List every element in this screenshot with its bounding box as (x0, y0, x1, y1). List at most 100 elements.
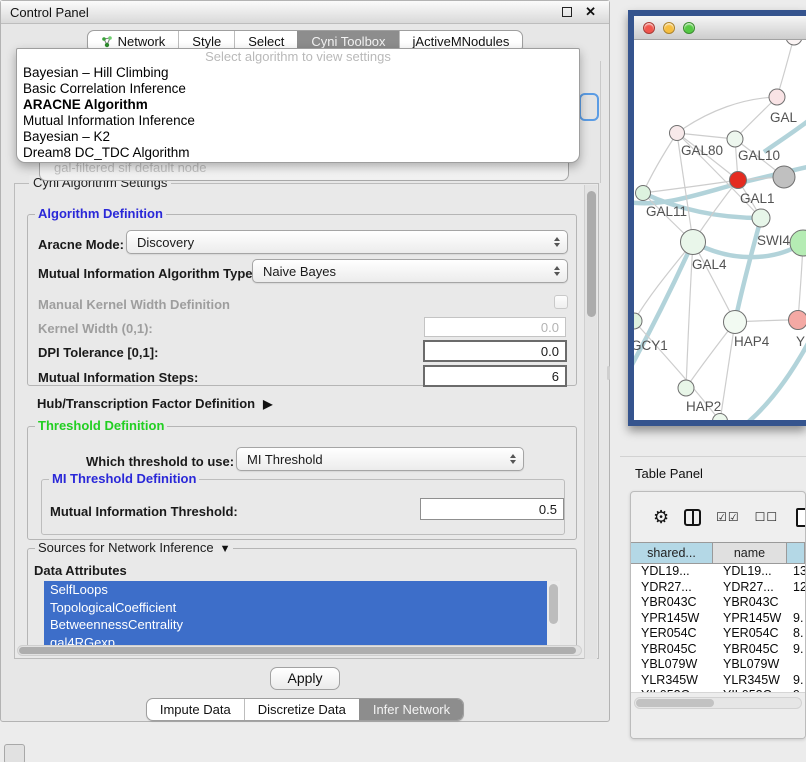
minimize-traffic-light-icon[interactable] (663, 22, 675, 34)
manual-kernel-width-label: Manual Kernel Width Definition (38, 297, 230, 312)
tab-discretize-data[interactable]: Discretize Data (244, 699, 359, 720)
kernel-width-field[interactable]: 0.0 (424, 317, 566, 337)
algorithm-definition-title: Algorithm Definition (35, 206, 166, 221)
deselect-all-checkboxes-icon[interactable]: ☐☐ (755, 510, 779, 524)
node-green-right[interactable] (790, 230, 806, 256)
zoom-traffic-light-icon[interactable] (683, 22, 695, 34)
which-threshold-label: Which threshold to use: (86, 454, 234, 469)
table-row[interactable]: YLR345WYLR345W9. (631, 673, 805, 689)
which-threshold-combo[interactable]: MI Threshold (236, 447, 524, 471)
table-row[interactable]: YBR045CYBR045C9. (631, 642, 805, 658)
page-icon[interactable] (796, 508, 806, 527)
node-gcy1[interactable] (634, 313, 642, 329)
list-item[interactable]: TopologicalCoefficient (44, 599, 560, 617)
node-gal80[interactable] (670, 126, 685, 141)
stepper-arrows-icon (510, 454, 516, 464)
node-hap4[interactable] (724, 311, 747, 334)
split-pane-grip[interactable] (607, 366, 610, 380)
mi-algorithm-type-combo[interactable]: Naive Bayes (252, 259, 568, 283)
mi-steps-label: Mutual Information Steps: (38, 370, 198, 385)
label-gal1: GAL1 (740, 191, 775, 206)
tab-impute-data[interactable]: Impute Data (147, 699, 244, 720)
list-item[interactable]: SelfLoops (44, 581, 560, 599)
table-header-row: shared... name (631, 542, 805, 564)
mi-algorithm-type-label: Mutual Information Algorithm Type: (38, 266, 257, 281)
node-gal4[interactable] (681, 230, 706, 255)
column-header-clipped[interactable] (787, 543, 805, 563)
node-gray-large[interactable] (773, 166, 795, 188)
data-attributes-label: Data Attributes (34, 563, 127, 578)
table-window: ⚙ ☑☑ ☐☐ shared... name YDL19...YDL19...1… (630, 491, 806, 739)
dpi-tolerance-field[interactable]: 0.0 (423, 340, 567, 362)
gear-icon[interactable]: ⚙ (653, 508, 669, 526)
node-gal10[interactable] (727, 131, 743, 147)
float-window-icon[interactable] (562, 7, 572, 17)
table-row[interactable]: YBR043CYBR043C (631, 595, 805, 611)
expand-right-icon: ▶ (263, 397, 272, 411)
mi-threshold-field[interactable]: 0.5 (420, 498, 564, 520)
label-gal80: GAL80 (681, 143, 723, 158)
network-canvas[interactable]: GAL80 GAL10 GAL1 SWI4 GAL11 GAL4 GCY1 HA… (634, 40, 806, 420)
settings-horizontal-scrollbar[interactable] (17, 645, 582, 656)
inference-algorithm-combo-fragment[interactable] (579, 93, 599, 121)
algorithm-option-selected[interactable]: ARACNE Algorithm (17, 97, 579, 113)
table-footer (631, 692, 805, 738)
node-salmon-right[interactable] (789, 311, 806, 330)
table-horizontal-scrollbar[interactable] (634, 697, 802, 709)
table-row[interactable]: YDL19...YDL19...13 (631, 564, 805, 580)
close-icon[interactable]: ✕ (585, 4, 596, 20)
stepper-arrows-icon (554, 237, 560, 247)
data-attributes-list[interactable]: SelfLoops TopologicalCoefficient Between… (44, 581, 560, 651)
select-all-checkboxes-icon[interactable]: ☑☑ (716, 510, 740, 524)
corner-button[interactable] (4, 744, 25, 762)
node-gal11[interactable] (636, 186, 651, 201)
bottom-tab-bar: Impute Data Discretize Data Infer Networ… (1, 698, 609, 721)
control-panel-titlebar: Control Panel ✕ (1, 1, 609, 24)
network-view-window: GAL80 GAL10 GAL1 SWI4 GAL11 GAL4 GCY1 HA… (628, 10, 806, 426)
table-row[interactable]: YDR27...YDR27...12 (631, 580, 805, 596)
node-swi4[interactable] (752, 209, 770, 227)
node-unlabeled-top[interactable] (786, 40, 802, 45)
list-scrollbar[interactable] (547, 581, 560, 651)
algorithm-option[interactable]: Bayesian – K2 (17, 129, 579, 145)
table-row[interactable]: YBL079WYBL079W (631, 657, 805, 673)
sources-title[interactable]: Sources for Network Inference▼ (35, 540, 233, 555)
node-hap2[interactable] (678, 380, 694, 396)
hub-section-toggle[interactable]: Hub/Transcription Factor Definition▶ (37, 396, 272, 411)
apply-button[interactable]: Apply (270, 667, 340, 690)
threshold-definition-title: Threshold Definition (35, 418, 167, 433)
tab-infer-network[interactable]: Infer Network (359, 699, 463, 720)
node-gal1-red[interactable] (730, 172, 747, 189)
column-header-name[interactable]: name (713, 543, 787, 563)
network-icon (101, 36, 113, 48)
table-row[interactable]: YER054CYER054C8. (631, 626, 805, 642)
collapse-down-icon: ▼ (220, 543, 231, 555)
cyni-algorithm-settings-panel: Cyni Algorithm Settings Algorithm Defini… (14, 183, 599, 659)
table-row[interactable]: YPR145WYPR145W9. (631, 611, 805, 627)
control-panel-window: Control Panel ✕ Network Style Select Cyn… (0, 0, 610, 722)
label-gcy1: GCY1 (634, 338, 668, 353)
label-gal4: GAL4 (692, 257, 727, 272)
column-header-shared-name[interactable]: shared... (631, 543, 713, 563)
hidden-groupbox-border (600, 61, 601, 183)
node-gal-partial[interactable] (769, 89, 785, 105)
algorithm-option[interactable]: Mutual Information Inference (17, 113, 579, 129)
manual-kernel-width-checkbox[interactable] (554, 295, 568, 309)
algorithm-dropdown-popup: Select algorithm to view settings Bayesi… (16, 48, 580, 163)
mi-steps-field[interactable]: 6 (423, 365, 567, 387)
algorithm-option[interactable]: Bayesian – Hill Climbing (17, 65, 579, 81)
label-swi4: SWI4 (757, 233, 790, 248)
algorithm-option[interactable]: Basic Correlation Inference (17, 81, 579, 97)
stepper-arrows-icon (554, 266, 560, 276)
label-hap2: HAP2 (686, 399, 721, 414)
algorithm-option[interactable]: Dream8 DC_TDC Algorithm (17, 145, 579, 161)
label-hap4: HAP4 (734, 334, 770, 349)
dpi-tolerance-label: DPI Tolerance [0,1]: (38, 345, 158, 360)
settings-vertical-scrollbar[interactable] (584, 185, 597, 659)
split-columns-icon[interactable] (684, 509, 701, 526)
list-item[interactable]: BetweennessCentrality (44, 616, 560, 634)
aracne-mode-combo[interactable]: Discovery (126, 230, 568, 254)
close-traffic-light-icon[interactable] (643, 22, 655, 34)
table-panel-title: Table Panel (635, 466, 703, 481)
network-window-titlebar[interactable] (634, 16, 806, 40)
